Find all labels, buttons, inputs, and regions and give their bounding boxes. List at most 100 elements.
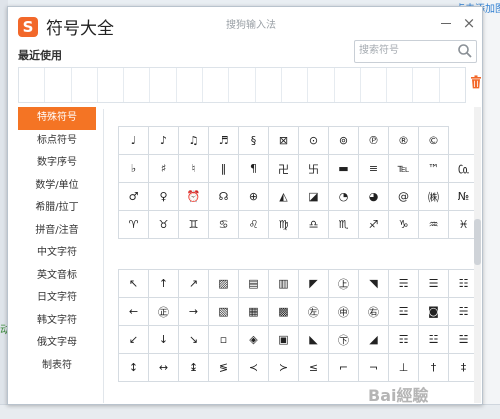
category-item[interactable]: 俄文字母 — [18, 332, 96, 355]
symbol-cell[interactable]: ↑ — [148, 269, 179, 298]
symbol-cell[interactable]: ◤ — [298, 269, 329, 298]
symbol-cell[interactable]: ♩ — [118, 126, 149, 155]
symbol-cell[interactable]: 卐 — [298, 154, 329, 183]
symbol-cell[interactable]: ▫ — [208, 325, 239, 354]
close-button[interactable]: × — [459, 13, 479, 33]
symbol-cell[interactable]: ♫ — [178, 126, 209, 155]
symbol-cell[interactable]: ☳ — [418, 325, 449, 354]
symbol-cell[interactable]: ⊠ — [268, 126, 299, 155]
symbol-cell[interactable]: ㊦ — [328, 325, 359, 354]
symbol-cell[interactable]: ☴ — [388, 269, 419, 298]
symbol-cell[interactable]: ◭ — [268, 182, 299, 211]
symbol-cell[interactable]: § — [238, 126, 269, 155]
symbol-cell[interactable]: ◔ — [328, 182, 359, 211]
recent-cell[interactable] — [150, 68, 177, 102]
search-icon[interactable] — [457, 43, 473, 59]
category-item[interactable]: 韩文字符 — [18, 310, 96, 333]
symbol-cell[interactable]: ≺ — [238, 353, 269, 382]
recent-cell[interactable] — [98, 68, 125, 102]
recent-cell[interactable] — [19, 68, 46, 102]
symbol-cell[interactable]: ™ — [418, 154, 449, 183]
symbol-cell[interactable]: ♬ — [208, 126, 239, 155]
symbol-cell[interactable]: ♈ — [118, 210, 149, 239]
symbol-cell[interactable]: ⊥ — [388, 353, 419, 382]
symbol-cell[interactable]: ▥ — [268, 269, 299, 298]
symbol-cell[interactable]: ◙ — [418, 297, 449, 326]
symbol-cell[interactable]: ↔ — [148, 353, 179, 382]
symbol-cell[interactable]: ▩ — [268, 297, 299, 326]
symbol-cell[interactable]: @ — [388, 182, 419, 211]
symbol-cell[interactable]: ◪ — [298, 182, 329, 211]
recent-cell[interactable] — [229, 68, 256, 102]
symbol-cell[interactable]: ⏰ — [178, 182, 209, 211]
symbol-cell[interactable]: ◢ — [358, 325, 389, 354]
recent-cell[interactable] — [413, 68, 440, 102]
symbol-cell[interactable]: ▬ — [328, 154, 359, 183]
symbol-cell[interactable]: ◥ — [358, 269, 389, 298]
symbol-cell[interactable]: ♮ — [178, 154, 209, 183]
symbol-cell[interactable]: ↗ — [178, 269, 209, 298]
symbol-cell[interactable]: ♊ — [178, 210, 209, 239]
symbol-cell[interactable]: ♯ — [148, 154, 179, 183]
symbol-cell[interactable]: ◣ — [298, 325, 329, 354]
category-item[interactable]: 特殊符号 — [18, 107, 96, 130]
category-item[interactable]: 标点符号 — [18, 130, 96, 153]
minimize-button[interactable] — [436, 13, 456, 33]
symbol-cell[interactable]: ⌐ — [328, 353, 359, 382]
symbol-cell[interactable]: ▤ — [238, 269, 269, 298]
category-item[interactable]: 制表符 — [18, 355, 96, 378]
symbol-cell[interactable]: ☶ — [388, 325, 419, 354]
symbol-cell[interactable]: ♀ — [148, 182, 179, 211]
search-input[interactable] — [359, 43, 455, 58]
symbol-cell[interactable]: ≡ — [358, 154, 389, 183]
symbol-cell[interactable]: ㊥ — [328, 297, 359, 326]
recent-cell[interactable] — [282, 68, 309, 102]
recent-cell[interactable] — [335, 68, 361, 102]
recent-cell[interactable] — [256, 68, 282, 102]
symbol-cell[interactable]: ↘ — [178, 325, 209, 354]
symbol-cell[interactable]: 卍 — [268, 154, 299, 183]
symbol-cell[interactable]: ♑ — [388, 210, 419, 239]
symbol-cell[interactable]: © — [418, 126, 449, 155]
recent-cell[interactable] — [72, 68, 98, 102]
recent-cell[interactable] — [203, 68, 230, 102]
symbol-cell[interactable]: ⊚ — [328, 126, 359, 155]
recent-cell[interactable] — [177, 68, 204, 102]
symbol-cell[interactable]: ☰ — [418, 269, 449, 298]
recent-cell[interactable] — [440, 68, 465, 102]
symbol-cell[interactable]: ㊧ — [298, 297, 329, 326]
symbol-cell[interactable]: ㊤ — [328, 269, 359, 298]
symbol-cell[interactable]: ♪ — [148, 126, 179, 155]
symbol-cell[interactable]: ♎ — [298, 210, 329, 239]
symbol-cell[interactable]: † — [418, 353, 449, 382]
symbol-cell[interactable]: ♍ — [268, 210, 299, 239]
trash-icon[interactable] — [470, 75, 482, 89]
symbol-cell[interactable]: ♐ — [358, 210, 389, 239]
symbol-cell[interactable]: ↨ — [178, 353, 209, 382]
symbol-cell[interactable]: ♋ — [208, 210, 239, 239]
category-item[interactable]: 日文字符 — [18, 287, 96, 310]
category-item[interactable]: 数学/单位 — [18, 175, 96, 198]
recent-cell[interactable] — [361, 68, 388, 102]
symbol-cell[interactable]: ♉ — [148, 210, 179, 239]
category-item[interactable]: 中文字符 — [18, 242, 96, 265]
recent-cell[interactable] — [308, 68, 335, 102]
recent-cell[interactable] — [387, 68, 414, 102]
symbol-cell[interactable]: ® — [388, 126, 419, 155]
symbol-cell[interactable]: ▦ — [238, 297, 269, 326]
symbol-cell[interactable]: ≻ — [268, 353, 299, 382]
symbol-cell[interactable]: ♏ — [328, 210, 359, 239]
symbol-cell[interactable]: ▧ — [208, 297, 239, 326]
symbol-cell[interactable]: ♭ — [118, 154, 149, 183]
symbol-cell[interactable]: ↖ — [118, 269, 149, 298]
symbol-cell[interactable]: ☊ — [208, 182, 239, 211]
symbol-cell[interactable]: ↙ — [118, 325, 149, 354]
recent-cell[interactable] — [45, 68, 72, 102]
recent-cell[interactable] — [124, 68, 151, 102]
symbol-cell[interactable]: ⊙ — [298, 126, 329, 155]
symbol-cell[interactable]: ㊣ — [148, 297, 179, 326]
category-item[interactable]: 英文音标 — [18, 265, 96, 288]
symbol-cell[interactable]: ♒ — [418, 210, 449, 239]
symbol-cell[interactable]: ≶ — [208, 353, 239, 382]
symbol-cell[interactable]: ㊨ — [358, 297, 389, 326]
